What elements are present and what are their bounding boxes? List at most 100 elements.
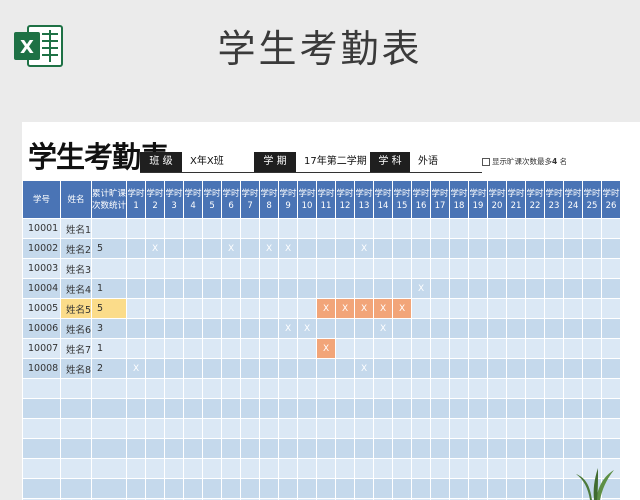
attendance-cell[interactable]: [164, 238, 185, 259]
student-name-cell[interactable]: [59, 438, 93, 459]
attendance-cell[interactable]: [335, 318, 356, 339]
attendance-cell[interactable]: [525, 218, 546, 239]
attendance-cell[interactable]: [145, 418, 166, 439]
attendance-cell[interactable]: [468, 298, 489, 319]
option-number[interactable]: 4: [552, 157, 557, 166]
attendance-cell[interactable]: [563, 358, 584, 379]
attendance-cell[interactable]: [392, 258, 413, 279]
attendance-cell[interactable]: [316, 238, 337, 259]
col-header-period-24[interactable]: 学时 24: [563, 180, 584, 219]
attendance-cell[interactable]: [164, 438, 185, 459]
attendance-cell[interactable]: [487, 278, 508, 299]
attendance-cell[interactable]: [240, 458, 261, 479]
attendance-cell[interactable]: [145, 378, 166, 399]
col-header-period-8[interactable]: 学时 8: [259, 180, 280, 219]
attendance-cell[interactable]: [544, 218, 565, 239]
col-header-period-25[interactable]: 学时 25: [582, 180, 603, 219]
student-id-cell[interactable]: [22, 478, 61, 499]
attendance-cell[interactable]: [354, 418, 375, 439]
attendance-cell[interactable]: [297, 418, 318, 439]
attendance-cell[interactable]: [468, 478, 489, 499]
attendance-cell[interactable]: [221, 358, 242, 379]
absence-total-cell[interactable]: 2: [91, 358, 128, 379]
attendance-cell[interactable]: [392, 458, 413, 479]
attendance-cell[interactable]: [392, 418, 413, 439]
student-id-cell[interactable]: 10001: [22, 218, 61, 239]
attendance-cell[interactable]: [449, 238, 470, 259]
col-header-period-11[interactable]: 学时 11: [316, 180, 337, 219]
attendance-cell[interactable]: [373, 278, 394, 299]
absence-mark-cell[interactable]: X: [392, 298, 413, 319]
attendance-cell[interactable]: [202, 258, 223, 279]
attendance-cell[interactable]: [563, 338, 584, 359]
attendance-cell[interactable]: [145, 278, 166, 299]
attendance-cell[interactable]: [221, 398, 242, 419]
attendance-cell[interactable]: [449, 278, 470, 299]
col-header-period-12[interactable]: 学时 12: [335, 180, 356, 219]
attendance-cell[interactable]: [240, 338, 261, 359]
attendance-cell[interactable]: [544, 278, 565, 299]
student-id-cell[interactable]: [22, 418, 61, 439]
col-header-name[interactable]: 姓名: [59, 180, 93, 219]
attendance-cell[interactable]: [259, 358, 280, 379]
attendance-cell[interactable]: [354, 478, 375, 499]
attendance-cell[interactable]: [126, 378, 147, 399]
attendance-cell[interactable]: [468, 258, 489, 279]
attendance-cell[interactable]: [221, 258, 242, 279]
attendance-cell[interactable]: [221, 218, 242, 239]
attendance-cell[interactable]: [202, 438, 223, 459]
attendance-cell[interactable]: [335, 338, 356, 359]
attendance-cell[interactable]: [392, 378, 413, 399]
attendance-cell[interactable]: [487, 378, 508, 399]
attendance-cell[interactable]: [354, 258, 375, 279]
attendance-cell[interactable]: [373, 438, 394, 459]
attendance-cell[interactable]: [411, 298, 432, 319]
attendance-cell[interactable]: [468, 318, 489, 339]
attendance-cell[interactable]: [582, 398, 603, 419]
attendance-cell[interactable]: [202, 398, 223, 419]
absence-mark-cell[interactable]: X: [278, 238, 299, 259]
attendance-cell[interactable]: [221, 338, 242, 359]
absence-total-cell[interactable]: [91, 258, 128, 279]
attendance-cell[interactable]: [449, 378, 470, 399]
attendance-cell[interactable]: [411, 238, 432, 259]
attendance-cell[interactable]: [392, 278, 413, 299]
attendance-cell[interactable]: [316, 398, 337, 419]
attendance-cell[interactable]: [582, 418, 603, 439]
attendance-cell[interactable]: [126, 278, 147, 299]
student-id-cell[interactable]: 10003: [22, 258, 61, 279]
col-header-period-5[interactable]: 学时 5: [202, 180, 223, 219]
attendance-cell[interactable]: [544, 338, 565, 359]
attendance-cell[interactable]: [335, 438, 356, 459]
attendance-cell[interactable]: [316, 418, 337, 439]
attendance-cell[interactable]: [183, 478, 204, 499]
col-header-period-15[interactable]: 学时 15: [392, 180, 413, 219]
attendance-cell[interactable]: [468, 238, 489, 259]
attendance-cell[interactable]: [297, 218, 318, 239]
attendance-cell[interactable]: [525, 358, 546, 379]
attendance-cell[interactable]: [430, 358, 451, 379]
attendance-cell[interactable]: [601, 318, 622, 339]
attendance-cell[interactable]: [316, 318, 337, 339]
attendance-cell[interactable]: [430, 378, 451, 399]
absence-total-cell[interactable]: [91, 218, 128, 239]
attendance-cell[interactable]: [525, 398, 546, 419]
attendance-cell[interactable]: [563, 278, 584, 299]
attendance-cell[interactable]: [430, 238, 451, 259]
attendance-cell[interactable]: [506, 378, 527, 399]
attendance-cell[interactable]: [183, 398, 204, 419]
attendance-cell[interactable]: [259, 218, 280, 239]
attendance-cell[interactable]: [525, 318, 546, 339]
attendance-cell[interactable]: [601, 418, 622, 439]
attendance-cell[interactable]: [297, 478, 318, 499]
attendance-cell[interactable]: [468, 458, 489, 479]
attendance-cell[interactable]: [563, 218, 584, 239]
attendance-cell[interactable]: [183, 418, 204, 439]
attendance-cell[interactable]: [354, 398, 375, 419]
attendance-cell[interactable]: [544, 258, 565, 279]
attendance-cell[interactable]: [316, 478, 337, 499]
attendance-cell[interactable]: [373, 398, 394, 419]
attendance-cell[interactable]: [449, 458, 470, 479]
attendance-cell[interactable]: [601, 258, 622, 279]
attendance-cell[interactable]: [354, 278, 375, 299]
